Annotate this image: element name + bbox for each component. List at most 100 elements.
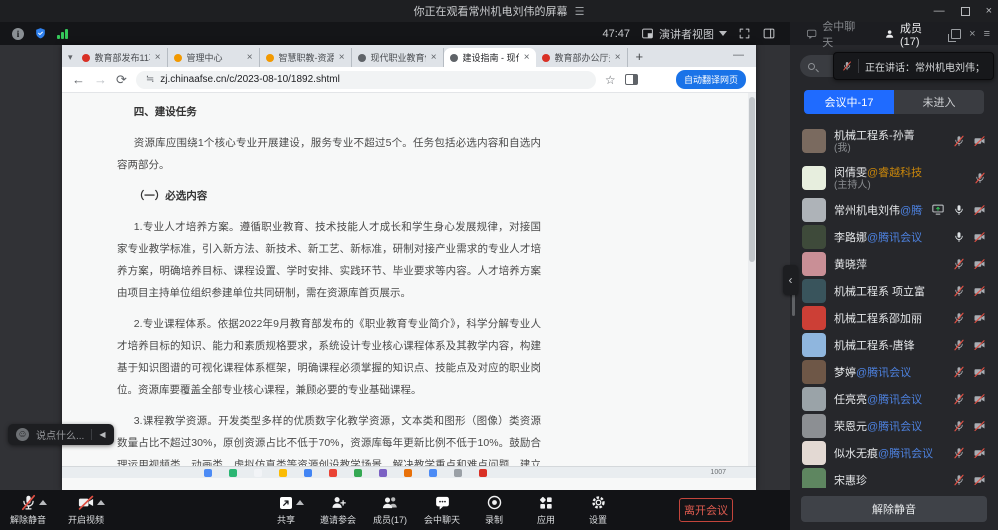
member-row[interactable]: 机械工程系-孙菁 (我) <box>790 122 998 159</box>
member-row[interactable]: 闵倩雯 @睿越科技 (主持人) <box>790 159 998 196</box>
browser-tab[interactable]: 现代职业教育体系改革 × <box>352 48 444 67</box>
tab-search-icon[interactable]: ▾ <box>68 52 73 63</box>
taskbar-icon[interactable] <box>229 469 237 477</box>
toolbar-record-button[interactable]: 录制 <box>472 490 516 530</box>
camera-status-icon[interactable] <box>973 204 986 216</box>
tab-in-meeting[interactable]: 会议中-17 <box>804 90 894 114</box>
taskbar-icon[interactable] <box>429 469 437 477</box>
chat-input-placeholder[interactable]: 说点什么... <box>36 427 84 442</box>
tab-not-joined[interactable]: 未进入 <box>894 90 984 114</box>
taskbar-icon[interactable] <box>354 469 362 477</box>
member-row[interactable]: 荣恩元 @腾讯会议 <box>790 412 998 439</box>
mic-status-icon[interactable] <box>953 339 965 351</box>
member-row[interactable]: 黄晓萍 <box>790 250 998 277</box>
browser-tab[interactable]: 建设指南 - 现代职业教 × <box>444 48 536 67</box>
fullscreen-icon[interactable] <box>738 27 751 40</box>
toolbar-members-button[interactable]: 成员(17) <box>368 490 412 530</box>
meeting-info-icon[interactable]: i <box>12 28 24 40</box>
member-row[interactable]: 梦婷 @腾讯会议 <box>790 358 998 385</box>
browser-tab[interactable]: 管理中心 × <box>168 48 260 67</box>
browser-side-panel-icon[interactable] <box>625 74 638 85</box>
mic-status-icon[interactable] <box>953 312 965 324</box>
camera-status-icon[interactable] <box>973 135 986 147</box>
mic-status-icon[interactable] <box>953 258 965 270</box>
toolbar-chat-button[interactable]: 会中聊天 <box>420 490 464 530</box>
member-row[interactable]: 常州机电刘伟 @腾讯会议 <box>790 196 998 223</box>
camera-status-icon[interactable] <box>973 312 986 324</box>
toolbar-start-video-button[interactable]: 开启视频 <box>64 490 108 530</box>
collapse-sidebar-button[interactable]: ‹ <box>783 265 798 295</box>
mic-status-icon[interactable] <box>953 474 965 486</box>
mic-status-icon[interactable] <box>953 393 965 405</box>
mic-status-icon[interactable] <box>974 172 986 184</box>
camera-status-icon[interactable] <box>973 231 986 243</box>
member-row[interactable]: 机械工程系邵加丽 <box>790 304 998 331</box>
tab-close-icon[interactable]: × <box>431 52 437 63</box>
mic-status-icon[interactable] <box>953 366 965 378</box>
browser-tab[interactable]: 教育部办公厅关于做好 × <box>536 48 628 67</box>
emoji-icon[interactable]: ☺ <box>16 428 29 441</box>
maximize-button[interactable] <box>961 7 970 16</box>
camera-status-icon[interactable] <box>973 366 986 378</box>
collapse-chat-icon[interactable]: ◀ <box>99 430 105 439</box>
camera-status-icon[interactable] <box>973 258 986 270</box>
toolbar-apps-button[interactable]: 应用 <box>524 490 568 530</box>
member-row[interactable]: 似水无痕 @腾讯会议 <box>790 439 998 466</box>
camera-status-icon[interactable] <box>973 339 986 351</box>
reload-icon[interactable]: ⟳ <box>116 73 127 86</box>
minimize-button[interactable]: — <box>934 5 945 17</box>
quick-chat-bubble[interactable]: ☺ 说点什么... ◀ <box>8 424 114 445</box>
toolbar-invite-button[interactable]: 邀请参会 <box>316 490 360 530</box>
tab-close-icon[interactable]: × <box>247 52 253 63</box>
close-button[interactable]: × <box>986 5 992 17</box>
unmute-button[interactable]: 解除静音 <box>801 496 987 522</box>
mic-status-icon[interactable] <box>953 204 965 216</box>
site-info-icon[interactable]: ≒ <box>146 74 154 85</box>
page-scrollbar[interactable] <box>748 93 756 478</box>
mic-status-icon[interactable] <box>953 420 965 432</box>
toolbar-unmute-button[interactable]: 解除静音 <box>6 490 50 530</box>
toolbar-share-button[interactable]: 共享 <box>264 490 308 530</box>
video-options-caret[interactable] <box>97 500 105 505</box>
member-row[interactable]: 李路娜 @腾讯会议 <box>790 223 998 250</box>
taskbar-icon[interactable] <box>279 469 287 477</box>
member-row[interactable]: 机械工程系 项立富 <box>790 277 998 304</box>
bookmark-star-icon[interactable]: ☆ <box>605 73 616 87</box>
close-panel-icon[interactable]: × <box>969 28 975 40</box>
new-tab-button[interactable]: + <box>636 49 644 64</box>
camera-status-icon[interactable] <box>973 393 986 405</box>
popout-panel-icon[interactable] <box>951 29 961 39</box>
tab-close-icon[interactable]: × <box>524 52 530 63</box>
translate-pill[interactable]: 自动翻译网页 <box>676 70 746 89</box>
forward-icon[interactable]: → <box>94 73 107 86</box>
member-row[interactable]: 机械工程系-唐锋 <box>790 331 998 358</box>
taskbar-icon[interactable] <box>404 469 412 477</box>
camera-status-icon[interactable] <box>973 447 986 459</box>
mic-status-icon[interactable] <box>953 447 965 459</box>
scrollbar-thumb[interactable] <box>749 97 755 262</box>
browser-tab[interactable]: 智慧职教-资源库 × <box>260 48 352 67</box>
browser-minimize-icon[interactable]: — <box>733 49 744 61</box>
taskbar-icon[interactable] <box>379 469 387 477</box>
taskbar-icon[interactable] <box>254 469 262 477</box>
taskbar-icon[interactable] <box>454 469 462 477</box>
taskbar-icon[interactable] <box>479 469 487 477</box>
tab-close-icon[interactable]: × <box>339 52 345 63</box>
address-bar[interactable]: ≒ zj.chinaafse.cn/c/2023-08-10/1892.shtm… <box>136 71 596 89</box>
taskbar-icon[interactable] <box>329 469 337 477</box>
leave-meeting-button[interactable]: 离开会议 <box>679 498 733 522</box>
side-panel-icon[interactable] <box>762 27 776 40</box>
toolbar-settings-button[interactable]: 设置 <box>576 490 620 530</box>
panel-menu-icon[interactable]: ≡ <box>984 28 990 40</box>
share-options-caret[interactable] <box>296 500 304 505</box>
member-row[interactable]: 宋惠珍 <box>790 466 998 488</box>
member-row[interactable]: 任亮亮 @腾讯会议 <box>790 385 998 412</box>
taskbar-icon[interactable] <box>304 469 312 477</box>
view-mode-button[interactable]: 演讲者视图 <box>641 26 727 42</box>
mic-options-caret[interactable] <box>39 500 47 505</box>
camera-status-icon[interactable] <box>973 420 986 432</box>
camera-status-icon[interactable] <box>973 474 986 486</box>
layout-menu-icon[interactable]: ☰ <box>575 5 585 18</box>
mic-status-icon[interactable] <box>953 231 965 243</box>
mic-status-icon[interactable] <box>953 285 965 297</box>
